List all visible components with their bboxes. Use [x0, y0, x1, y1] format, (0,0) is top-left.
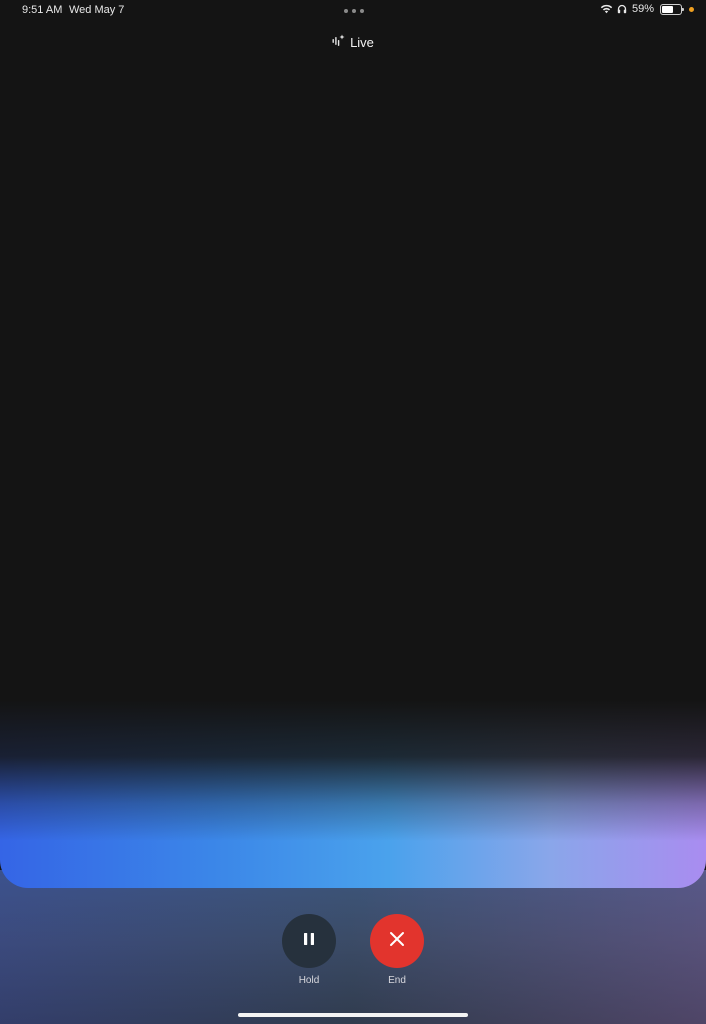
battery-icon [660, 3, 684, 15]
live-screen: 9:51 AM Wed May 7 59% Live Hold End [0, 0, 706, 1024]
live-header: Live [0, 34, 706, 51]
wifi-icon [600, 4, 613, 14]
end-label: End [388, 975, 406, 986]
call-controls: Hold End [0, 914, 706, 986]
home-indicator[interactable] [238, 1013, 468, 1017]
multitasking-dots-icon[interactable] [344, 9, 364, 13]
page-title: Live [350, 35, 374, 50]
status-time: 9:51 AM [22, 4, 63, 16]
pause-icon [302, 932, 316, 951]
hold-control: Hold [282, 914, 336, 986]
status-bar: 9:51 AM Wed May 7 59% [0, 0, 706, 22]
status-indicators: 59% [600, 3, 694, 15]
hold-button[interactable] [282, 914, 336, 968]
end-button[interactable] [370, 914, 424, 968]
status-date: Wed May 7 [69, 4, 125, 16]
battery-percent: 59% [631, 3, 654, 15]
close-icon [389, 931, 405, 952]
privacy-indicator-dot [689, 6, 694, 12]
hold-label: Hold [298, 975, 320, 986]
live-sparkle-waveform-icon [332, 34, 345, 51]
headphones-icon [617, 4, 627, 14]
end-control: End [370, 914, 424, 986]
battery-fill [662, 5, 673, 13]
